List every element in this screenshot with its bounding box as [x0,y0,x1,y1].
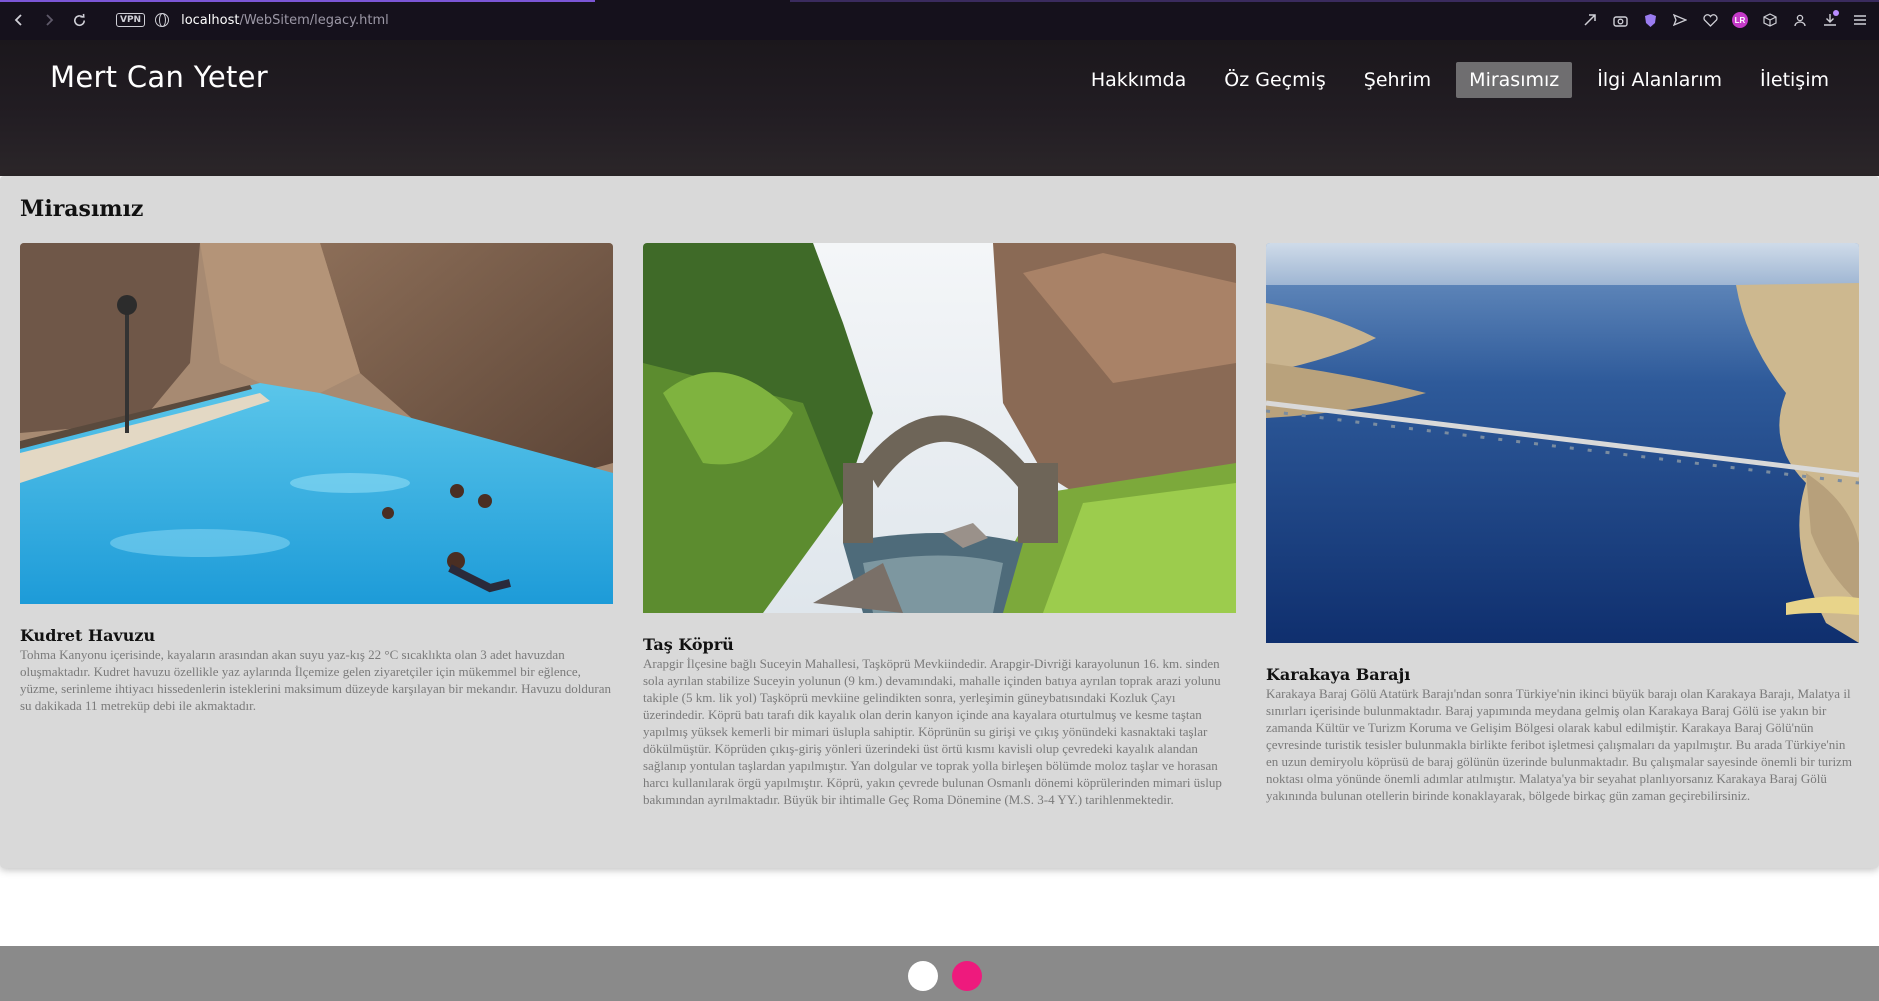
chevron-right-icon [46,14,54,26]
share-icon[interactable] [1579,9,1601,31]
nav-link-iletisim[interactable]: İletişim [1747,62,1842,98]
back-button[interactable] [4,5,34,35]
menu-icon[interactable] [1849,9,1871,31]
reload-icon [73,13,85,26]
forward-button[interactable] [34,5,64,35]
heritage-section: Mirasımız Kudret Havuzu Tohma Kanyonu iç… [0,176,1879,868]
nav-link-mirasimiz[interactable]: Mirasımız [1456,62,1573,98]
vpn-badge[interactable]: VPN [116,13,146,27]
heritage-card: Kudret Havuzu Tohma Kanyonu içerisinde, … [20,243,613,714]
heart-icon[interactable] [1699,9,1721,31]
white-circle-button[interactable] [908,961,938,991]
heritage-card: Taş Köprü Arapgir İlçesine bağlı Suceyin… [643,243,1236,808]
site-header: Mert Can Yeter Hakkımda Öz Geçmiş Şehrim… [0,40,1879,176]
url-path: /WebSitem/legacy.html [239,12,389,28]
camera-icon[interactable] [1609,9,1631,31]
url-text[interactable]: localhost/WebSitem/legacy.html [181,13,389,28]
pink-circle-button[interactable] [952,961,982,991]
site-logo[interactable]: Mert Can Yeter [50,60,268,94]
profile-avatar[interactable]: LR [1729,9,1751,31]
card-text: Karakaya Baraj Gölü Atatürk Barajı'ndan … [1266,686,1852,803]
nav-link-ilgi-alanlarim[interactable]: İlgi Alanlarım [1584,62,1735,98]
url-host: localhost [181,12,240,28]
site-nav: Hakkımda Öz Geçmiş Şehrim Mirasımız İlgi… [1078,62,1842,98]
card-title: Kudret Havuzu [20,626,156,645]
card-title: Karakaya Barajı [1266,665,1411,684]
cube-icon[interactable] [1759,9,1781,31]
page-load-indicator [0,0,595,2]
nav-link-hakkimda[interactable]: Hakkımda [1078,62,1199,98]
reload-button[interactable] [64,5,94,35]
card-title: Taş Köprü [643,635,734,654]
profile-initials: LR [1732,12,1748,28]
shield-icon[interactable] [1639,9,1661,31]
canyon-pool-photo [20,243,613,609]
stone-bridge-photo [643,243,1236,618]
download-notification-dot [1833,10,1839,16]
dam-aerial-photo [1266,243,1859,648]
footer [0,946,1879,1001]
nav-link-sehrim[interactable]: Şehrim [1351,62,1444,98]
download-icon[interactable] [1819,9,1841,31]
send-icon[interactable] [1669,9,1691,31]
card-text: Arapgir İlçesine bağlı Suceyin Mahallesi… [643,656,1222,807]
section-title: Mirasımız [20,196,144,222]
card-text: Tohma Kanyonu içerisinde, kayaların aras… [20,647,611,713]
globe-icon [155,13,170,27]
browser-toolbar: VPN localhost/WebSitem/legacy.html LR [0,0,1879,40]
account-icon[interactable] [1789,9,1811,31]
nav-link-oz-gecmis[interactable]: Öz Geçmiş [1211,62,1339,98]
browser-actions: LR [1579,0,1871,40]
address-bar[interactable]: VPN localhost/WebSitem/legacy.html [110,0,389,40]
heritage-card: Karakaya Barajı Karakaya Baraj Gölü Atat… [1266,243,1859,804]
chevron-left-icon [14,14,22,26]
